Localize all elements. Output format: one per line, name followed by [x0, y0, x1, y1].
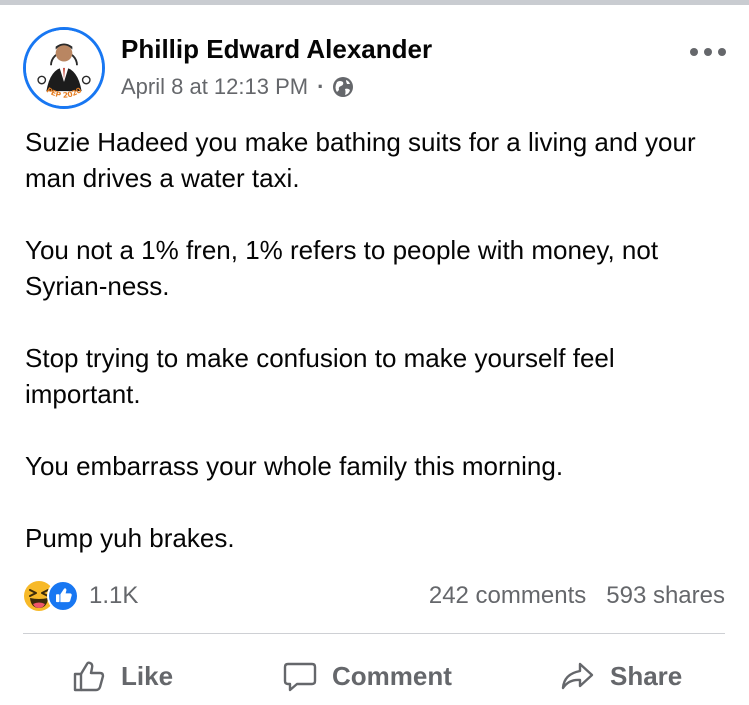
- comment-share-counts: 242 comments 593 shares: [429, 578, 725, 614]
- globe-icon[interactable]: [332, 76, 354, 98]
- comment-button[interactable]: Comment: [282, 648, 452, 704]
- post-paragraph: You not a 1% fren, 1% refers to people w…: [25, 235, 659, 301]
- top-border: [0, 0, 749, 5]
- more-dot: [690, 48, 698, 56]
- more-options-icon[interactable]: [690, 40, 726, 64]
- share-label: Share: [610, 660, 683, 691]
- divider: [23, 633, 725, 634]
- avatar-image: PEP 2020: [26, 30, 102, 106]
- post-timestamp[interactable]: April 8 at 12:13 PM: [121, 74, 308, 100]
- comment-icon: [283, 662, 317, 692]
- post-text: Suzie Hadeed you make bathing suits for …: [25, 124, 725, 556]
- share-button[interactable]: Share: [560, 648, 682, 704]
- post-paragraph: Stop trying to make confusion to make yo…: [25, 343, 615, 409]
- thumbs-up-icon: [73, 661, 105, 692]
- share-icon: [561, 662, 594, 690]
- shares-count[interactable]: 593 shares: [606, 582, 725, 610]
- post-paragraph: You embarrass your whole family this mor…: [25, 451, 564, 481]
- like-label: Like: [121, 660, 174, 691]
- avatar[interactable]: PEP 2020: [23, 27, 105, 109]
- like-button[interactable]: Like: [71, 648, 173, 704]
- post-paragraph: Suzie Hadeed you make bathing suits for …: [25, 127, 696, 193]
- reaction-count: 1.1K: [89, 582, 139, 609]
- engagement-stats: 1.1K 242 comments 593 shares: [23, 578, 725, 614]
- action-bar: Like Comment Share: [23, 648, 725, 704]
- post-meta: April 8 at 12:13 PM ·: [121, 74, 354, 100]
- more-dot: [718, 48, 726, 56]
- comment-label: Comment: [332, 660, 452, 691]
- comments-count[interactable]: 242 comments: [429, 582, 586, 610]
- reactions-summary[interactable]: 1.1K: [23, 578, 138, 614]
- like-reaction-icon: [47, 580, 79, 612]
- meta-separator: ·: [317, 74, 325, 99]
- post-paragraph: Pump yuh brakes.: [25, 523, 235, 553]
- more-dot: [704, 48, 712, 56]
- author-name[interactable]: Phillip Edward Alexander: [121, 34, 432, 65]
